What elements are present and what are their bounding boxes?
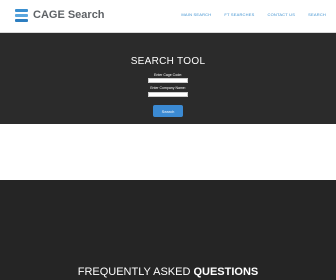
cage-code-label: Enter Cage Code: [153, 73, 183, 77]
nav-link-ft-searches[interactable]: FT SEARCHES [224, 12, 254, 17]
faq-heading: FREQUENTLY ASKED QUESTIONS [0, 266, 336, 278]
main-nav: MAIN SEARCH FT SEARCHES CONTACT US SEARC… [181, 12, 326, 17]
nav-link-search[interactable]: SEARCH [308, 12, 326, 17]
faq-heading-light: FREQUENTLY ASKED [77, 266, 194, 278]
logo-stack-icon [15, 8, 28, 22]
top-nav-bar: CAGE Search MAIN SEARCH FT SEARCHES CONT… [0, 0, 336, 33]
search-tool-title: SEARCH TOOL [130, 56, 206, 67]
company-name-input[interactable] [148, 92, 188, 97]
nav-link-contact-us[interactable]: CONTACT US [267, 12, 295, 17]
site-logo[interactable]: CAGE Search [15, 7, 105, 23]
faq-section: FREQUENTLY ASKED QUESTIONS [0, 180, 336, 280]
nav-link-main-search[interactable]: MAIN SEARCH [181, 12, 211, 17]
logo-text: CAGE Search [33, 9, 105, 21]
cage-code-input[interactable] [148, 78, 188, 83]
company-name-label: Enter Company Name: [150, 86, 186, 90]
faq-heading-bold: QUESTIONS [193, 266, 259, 278]
search-tool-section: SEARCH TOOL Enter Cage Code: Enter Compa… [0, 33, 336, 124]
search-button[interactable]: Search [153, 105, 183, 117]
